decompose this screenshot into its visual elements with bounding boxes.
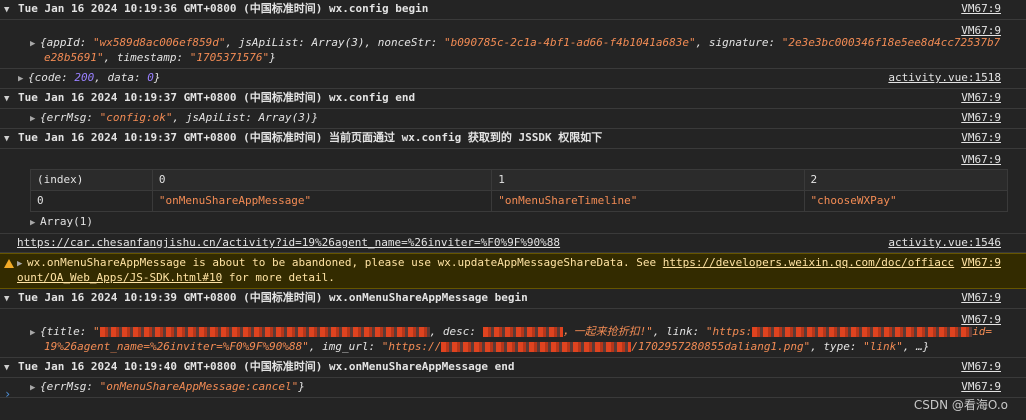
watermark: CSDN @看海O.o [913,398,1008,412]
source-link[interactable]: VM67:9 [961,153,1001,167]
table-cell: "onMenuShareTimeline" [491,190,805,212]
expand-arrow-icon[interactable]: ▶ [30,216,40,230]
log-entry-jssdk-table: VM67:9 (index) 0 1 2 0 "onMenuShareAppMe… [0,149,1026,234]
warning-icon [4,259,14,268]
column-header[interactable]: 2 [803,169,1009,191]
group-header-jssdk[interactable]: ▼ Tue Jan 16 2024 10:19:37 GMT+0800 (中国标准… [0,129,1026,149]
log-entry-share-end-object: ▶ {errMsg: "onMenuShareAppMessage:cancel"… [0,378,1026,398]
redacted-block [99,327,430,337]
source-link[interactable]: VM67:9 [961,131,1001,145]
table-cell: "chooseWXPay" [803,190,1009,212]
redacted-block [752,327,973,337]
source-link[interactable]: activity.vue:1546 [888,236,1001,250]
expand-arrow-icon[interactable]: ▶ [30,381,40,395]
expand-arrow-icon[interactable]: ▶ [30,326,40,340]
url-link[interactable]: https://car.chesanfangjishu.cn/activity?… [17,236,560,249]
expand-arrow-icon[interactable]: ▶ [17,257,27,271]
docs-link[interactable]: https://developers.weixin.qq.com/doc/off… [663,256,954,269]
log-entry-code: ▶ {code: 200, data: 0} activity.vue:1518 [0,69,1026,89]
expand-arrow-icon[interactable]: ▼ [4,92,18,106]
warning-entry: ▶ wx.onMenuShareAppMessage is about to be… [0,253,1026,289]
console-prompt-icon[interactable]: › [4,387,11,401]
expand-arrow-icon[interactable]: ▼ [4,132,18,146]
table-cell: 0 [30,190,153,212]
log-entry-url: https://car.chesanfangjishu.cn/activity?… [0,234,1026,253]
source-link[interactable]: VM67:9 [961,91,1001,105]
source-link[interactable]: activity.vue:1518 [888,71,1001,85]
source-link[interactable]: VM67:9 [961,291,1001,305]
column-header[interactable]: 1 [491,169,805,191]
source-link[interactable]: VM67:9 [961,111,1001,125]
expand-arrow-icon[interactable]: ▶ [30,37,40,51]
log-entry-config-end-object: ▶ {errMsg: "config:ok", jsApiList: Array(… [0,109,1026,129]
table-row: 0 "onMenuShareAppMessage" "onMenuShareTi… [30,190,1009,212]
column-header[interactable]: (index) [30,169,153,191]
source-link[interactable]: VM67:9 [961,380,1001,394]
redacted-block [441,342,632,352]
redacted-block [482,327,563,337]
expand-arrow-icon[interactable]: ▶ [18,72,28,86]
table-cell: "onMenuShareAppMessage" [151,190,493,212]
expand-arrow-icon[interactable]: ▼ [4,361,18,375]
group-header-config-end[interactable]: ▼ Tue Jan 16 2024 10:19:37 GMT+0800 (中国标准… [0,89,1026,109]
table-header-row: (index) 0 1 2 [30,169,1009,191]
group-header-share-begin[interactable]: ▼ Tue Jan 16 2024 10:19:39 GMT+0800 (中国标准… [0,289,1026,309]
log-entry-config-object: VM67:9 ▶ {appId: "wx589d8ac006ef859d", js… [0,20,1026,69]
expand-arrow-icon[interactable]: ▼ [4,3,18,17]
data-table: (index) 0 1 2 0 "onMenuShareAppMessage" … [30,169,1009,212]
source-link[interactable]: VM67:9 [961,360,1001,374]
group-header-share-end[interactable]: ▼ Tue Jan 16 2024 10:19:40 GMT+0800 (中国标准… [0,358,1026,378]
column-header[interactable]: 0 [151,169,493,191]
source-link[interactable]: VM67:9 [961,256,1001,270]
expand-arrow-icon[interactable]: ▼ [4,292,18,306]
expand-arrow-icon[interactable]: ▶ [30,112,40,126]
source-link[interactable]: VM67:9 [961,2,1001,16]
log-entry-share-object: VM67:9 ▶ {title: ", desc: ，一起来抢折扣!", link… [0,309,1026,358]
group-header-config-begin[interactable]: ▼ Tue Jan 16 2024 10:19:36 GMT+0800 (中国标准… [0,0,1026,20]
console-log: ▼ Tue Jan 16 2024 10:19:36 GMT+0800 (中国标准… [0,0,1026,398]
docs-link[interactable]: ount/OA_Web_Apps/JS-SDK.html#10 [17,271,222,284]
